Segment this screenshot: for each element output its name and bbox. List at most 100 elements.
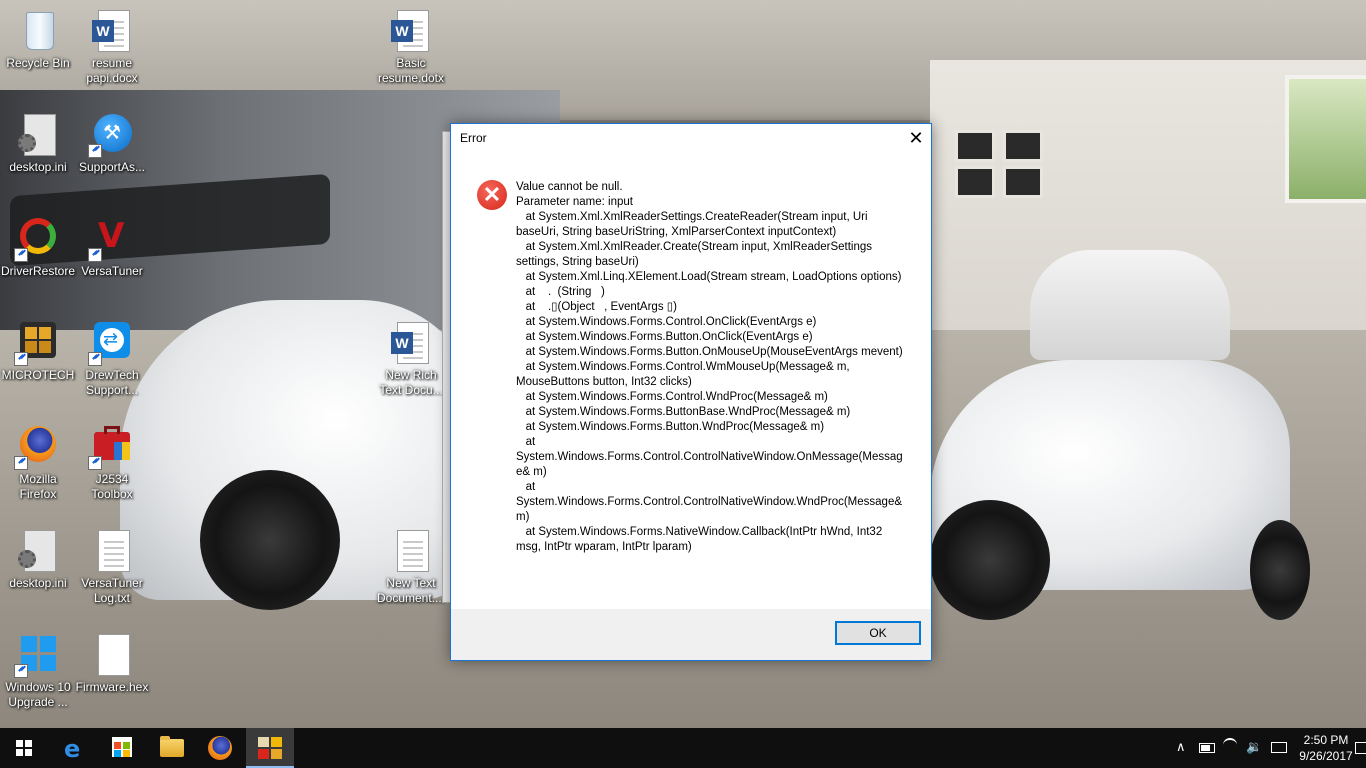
taskbar-microtech-button[interactable] <box>246 728 294 768</box>
taskbar-edge-button[interactable]: e <box>50 728 98 768</box>
desktop-icon-desktop-ini-2[interactable]: desktop.ini <box>0 528 76 591</box>
error-message-line: at System.Windows.Forms.Button.WndProc(M… <box>516 421 825 433</box>
desktop-icon-j2534-toolbox[interactable]: J2534 Toolbox <box>74 424 150 502</box>
text-file-icon <box>389 528 433 572</box>
dialog-title-bar[interactable]: Error ✕ <box>451 124 931 153</box>
taskbar-file-explorer-button[interactable] <box>148 728 196 768</box>
windows-start-icon <box>16 740 32 756</box>
desktop-icon-label: New Rich Text Docu... <box>379 368 443 397</box>
recycle-bin-icon <box>16 8 60 52</box>
rich-text-document-icon: W <box>389 320 433 364</box>
keyboard-icon[interactable] <box>1271 742 1287 758</box>
wifi-icon[interactable] <box>1223 738 1237 759</box>
blank-file-icon <box>90 632 134 676</box>
word-document-icon: W <box>90 8 134 52</box>
error-message-line: at System.Xml.XmlReader.Create(Stream in… <box>516 241 876 268</box>
battery-icon[interactable] <box>1199 742 1215 758</box>
desktop-icon-versatuner[interactable]: V VersaTuner <box>74 216 150 279</box>
microtech-icon <box>14 320 60 366</box>
taskbar-store-button[interactable] <box>98 728 146 768</box>
taskbar: e ∧ 🔉 2:50 PM 9/26/2017 <box>0 728 1366 768</box>
taskbar-firefox-button[interactable] <box>196 728 244 768</box>
desktop-icon-driverrestore[interactable]: DriverRestore <box>0 216 76 279</box>
error-message-line: at System.Xml.Linq.XElement.Load(Stream … <box>516 271 902 283</box>
error-message-line: Parameter name: input <box>516 196 633 208</box>
desktop-icon-label: Mozilla Firefox <box>19 472 57 501</box>
error-message-line: at System.Windows.Forms.Control.WmMouseU… <box>516 361 853 388</box>
desktop-icon-new-rich-text[interactable]: W New Rich Text Docu... <box>373 320 449 398</box>
desktop-icon-recycle-bin[interactable]: Recycle Bin <box>0 8 76 71</box>
error-message-line: at System.Windows.Forms.NativeWindow.Cal… <box>516 526 886 553</box>
dialog-title: Error <box>460 131 487 145</box>
teamviewer-icon: ⇄ <box>88 320 134 366</box>
error-icon: ✕ <box>477 180 507 210</box>
error-message-line: at System.Windows.Forms.Control.WndProc(… <box>516 391 828 403</box>
settings-file-icon <box>16 112 60 156</box>
error-message-line: at System.Windows.Forms.Button.OnClick(E… <box>516 331 813 343</box>
desktop-icon-mozilla-firefox[interactable]: Mozilla Firefox <box>0 424 76 502</box>
text-file-icon <box>90 528 134 572</box>
desktop-icon-microtech[interactable]: MICROTECH <box>0 320 76 383</box>
word-template-icon: W <box>389 8 433 52</box>
show-hidden-icons-chevron[interactable]: ∧ <box>1176 740 1186 756</box>
volume-icon[interactable]: 🔉 <box>1246 740 1262 756</box>
error-message-line: at <box>516 481 536 493</box>
desktop-icon-label: Recycle Bin <box>6 56 70 70</box>
error-message-line: at . (String ) <box>516 286 605 298</box>
settings-file-icon <box>16 528 60 572</box>
desktop-icon-label: Firmware.hex <box>75 680 149 694</box>
desktop-icon-label: desktop.ini <box>9 576 67 590</box>
ok-button[interactable]: OK <box>835 621 921 645</box>
microtech-icon <box>258 737 282 759</box>
error-message-line: System.Windows.Forms.Control.ControlNati… <box>516 496 906 523</box>
desktop-icon-versatuner-log[interactable]: VersaTuner Log.txt <box>74 528 150 606</box>
folder-icon <box>160 736 184 757</box>
desktop-icon-firmware-hex[interactable]: Firmware.hex <box>74 632 150 695</box>
start-button[interactable] <box>0 728 48 768</box>
desktop-icon-label: desktop.ini <box>9 160 67 174</box>
system-clock[interactable]: 2:50 PM 9/26/2017 <box>1296 732 1356 764</box>
error-message-line: at System.Windows.Forms.Button.OnMouseUp… <box>516 346 903 358</box>
driver-restore-icon <box>14 216 60 262</box>
dialog-footer: OK <box>451 609 931 660</box>
action-center-icon[interactable] <box>1355 742 1366 759</box>
desktop-icon-label: DrewTech Support... <box>85 368 139 397</box>
edge-icon: e <box>64 735 81 763</box>
desktop-icon-resume-papi[interactable]: W resume papi.docx <box>74 8 150 86</box>
close-button[interactable]: ✕ <box>901 124 931 153</box>
error-message-line: at System.Windows.Forms.ButtonBase.WndPr… <box>516 406 851 418</box>
error-message-line: Value cannot be null. <box>516 181 623 193</box>
desktop-icon-label: New Text Document.... <box>376 576 446 605</box>
error-message-line: System.Windows.Forms.Control.ControlNati… <box>516 451 903 478</box>
desktop-icon-label: DriverRestore <box>0 264 75 278</box>
wrench-icon: ⚒ <box>88 112 134 158</box>
windows-logo-icon <box>14 632 60 678</box>
desktop-icon-windows-10-upgrade[interactable]: Windows 10 Upgrade ... <box>0 632 76 710</box>
desktop-icon-label: VersaTuner Log.txt <box>81 576 143 605</box>
desktop-icon-label: Basic resume.dotx <box>377 56 445 85</box>
clock-date: 9/26/2017 <box>1299 749 1353 763</box>
error-message: Value cannot be null. Parameter name: inp… <box>516 180 904 555</box>
desktop-icon-basic-resume[interactable]: W Basic resume.dotx <box>373 8 449 86</box>
desktop-icon-label: SupportAs... <box>78 160 146 174</box>
toolbox-icon <box>88 424 134 470</box>
clock-time: 2:50 PM <box>1303 733 1349 747</box>
store-icon <box>112 737 132 757</box>
error-dialog: Error ✕ ✕ Value cannot be null. Parameter… <box>450 123 932 661</box>
desktop-icon-supportassist[interactable]: ⚒ SupportAs... <box>74 112 150 175</box>
desktop-icon-new-text-document[interactable]: New Text Document.... <box>373 528 449 606</box>
error-message-line: at .▯(Object , EventArgs ▯) <box>516 301 677 313</box>
desktop-icon-desktop-ini[interactable]: desktop.ini <box>0 112 76 175</box>
desktop-icon-label: J2534 Toolbox <box>91 472 133 501</box>
versatuner-icon: V <box>88 216 134 262</box>
error-message-line: at <box>516 436 536 448</box>
desktop-icon-label: resume papi.docx <box>86 56 138 85</box>
desktop-icon-label: VersaTuner <box>81 264 143 278</box>
desktop-icon-label: MICROTECH <box>1 368 75 382</box>
desktop-icon-drewtech-support[interactable]: ⇄ DrewTech Support... <box>74 320 150 398</box>
firefox-icon <box>208 736 232 760</box>
error-message-line: at System.Xml.XmlReaderSettings.CreateRe… <box>516 211 871 238</box>
desktop-icon-label: Windows 10 Upgrade ... <box>5 680 71 709</box>
firefox-icon <box>14 424 60 470</box>
error-message-line: at System.Windows.Forms.Control.OnClick(… <box>516 316 817 328</box>
